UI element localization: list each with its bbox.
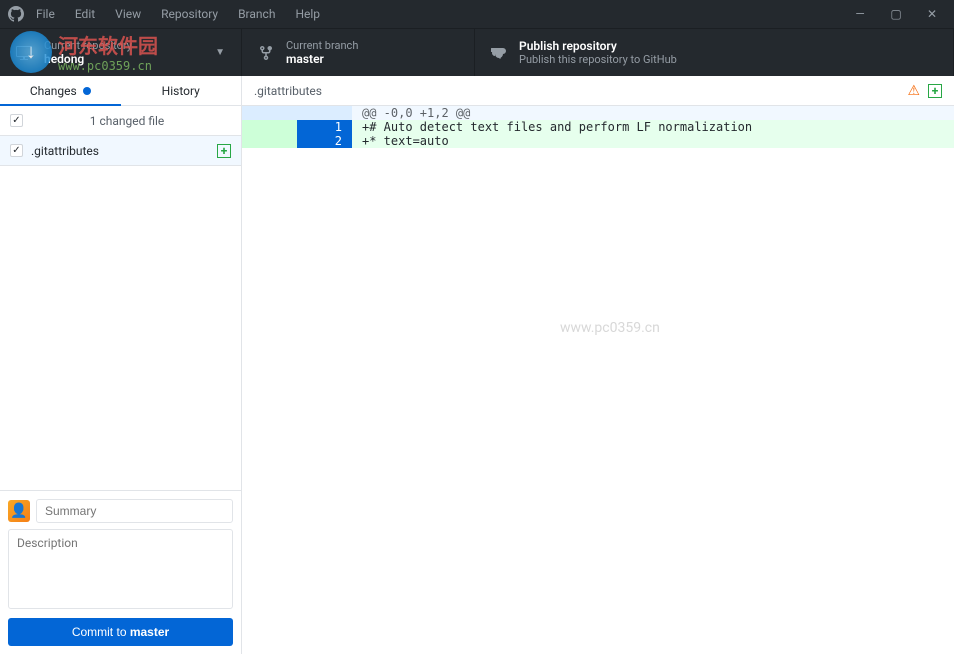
sidebar-tabs: Changes History xyxy=(0,76,241,106)
sidebar: Changes History 1 changed file .gitattri… xyxy=(0,76,242,654)
diff-line[interactable]: 1 +# Auto detect text files and perform … xyxy=(242,120,954,134)
github-logo-icon xyxy=(8,6,24,22)
publish-subtitle: Publish this repository to GitHub xyxy=(519,53,677,66)
diff-hunk-header: @@ -0,0 +1,2 @@ xyxy=(242,106,954,120)
menu-bar: File Edit View Repository Branch Help xyxy=(36,7,320,21)
commit-description-input[interactable] xyxy=(8,529,233,609)
diff-filename: .gitattributes xyxy=(254,84,907,98)
window-controls: — ▢ ✕ xyxy=(854,8,946,20)
diff-viewer: .gitattributes ⚠ + @@ -0,0 +1,2 @@ 1 +# … xyxy=(242,76,954,654)
warning-icon[interactable]: ⚠ xyxy=(907,83,920,99)
computer-icon xyxy=(16,45,32,61)
diff-content: @@ -0,0 +1,2 @@ 1 +# Auto detect text fi… xyxy=(242,106,954,148)
branch-label: Current branch xyxy=(286,39,358,52)
diff-line-content: +# Auto detect text files and perform LF… xyxy=(352,120,954,134)
commit-summary-input[interactable] xyxy=(36,499,233,523)
close-button[interactable]: ✕ xyxy=(926,8,938,20)
file-row[interactable]: .gitattributes + xyxy=(0,136,241,166)
publish-title: Publish repository xyxy=(519,39,677,53)
titlebar: File Edit View Repository Branch Help — … xyxy=(0,0,954,28)
tab-changes[interactable]: Changes xyxy=(0,76,121,105)
tab-history[interactable]: History xyxy=(121,76,242,105)
changes-indicator-dot xyxy=(83,87,91,95)
menu-edit[interactable]: Edit xyxy=(75,7,95,21)
menu-repository[interactable]: Repository xyxy=(161,7,218,21)
cloud-upload-icon xyxy=(491,45,507,61)
chevron-down-icon: ▼ xyxy=(215,47,225,58)
current-repository-selector[interactable]: Current repository hedong ▼ xyxy=(0,29,242,76)
diff-line[interactable]: 2 +* text=auto xyxy=(242,134,954,148)
tab-changes-label: Changes xyxy=(30,84,77,98)
user-avatar: 👤 xyxy=(8,500,30,522)
branch-name: master xyxy=(286,52,358,66)
repo-name: hedong xyxy=(44,52,132,66)
diff-header: .gitattributes ⚠ + xyxy=(242,76,954,106)
menu-help[interactable]: Help xyxy=(295,7,320,21)
diff-line-content: +* text=auto xyxy=(352,134,954,148)
file-checkbox[interactable] xyxy=(10,144,23,157)
file-name: .gitattributes xyxy=(31,144,217,158)
current-branch-selector[interactable]: Current branch master xyxy=(242,29,475,76)
tab-history-label: History xyxy=(162,84,200,98)
minimize-button[interactable]: — xyxy=(854,8,866,20)
file-added-badge: + xyxy=(217,144,231,158)
commit-form: 👤 Commit to master xyxy=(0,490,241,654)
publish-repository-button[interactable]: Publish repository Publish this reposito… xyxy=(475,29,954,76)
menu-view[interactable]: View xyxy=(115,7,141,21)
changed-files-header: 1 changed file xyxy=(0,106,241,136)
maximize-button[interactable]: ▢ xyxy=(890,8,902,20)
repo-label: Current repository xyxy=(44,39,132,52)
menu-branch[interactable]: Branch xyxy=(238,7,275,21)
main-area: Changes History 1 changed file .gitattri… xyxy=(0,76,954,654)
header-bar: Current repository hedong ▼ Current bran… xyxy=(0,28,954,76)
menu-file[interactable]: File xyxy=(36,7,55,21)
commit-button[interactable]: Commit to master xyxy=(8,618,233,646)
select-all-checkbox[interactable] xyxy=(10,114,23,127)
diff-added-badge: + xyxy=(928,84,942,98)
branch-icon xyxy=(258,45,274,61)
changed-files-count: 1 changed file xyxy=(23,114,231,128)
